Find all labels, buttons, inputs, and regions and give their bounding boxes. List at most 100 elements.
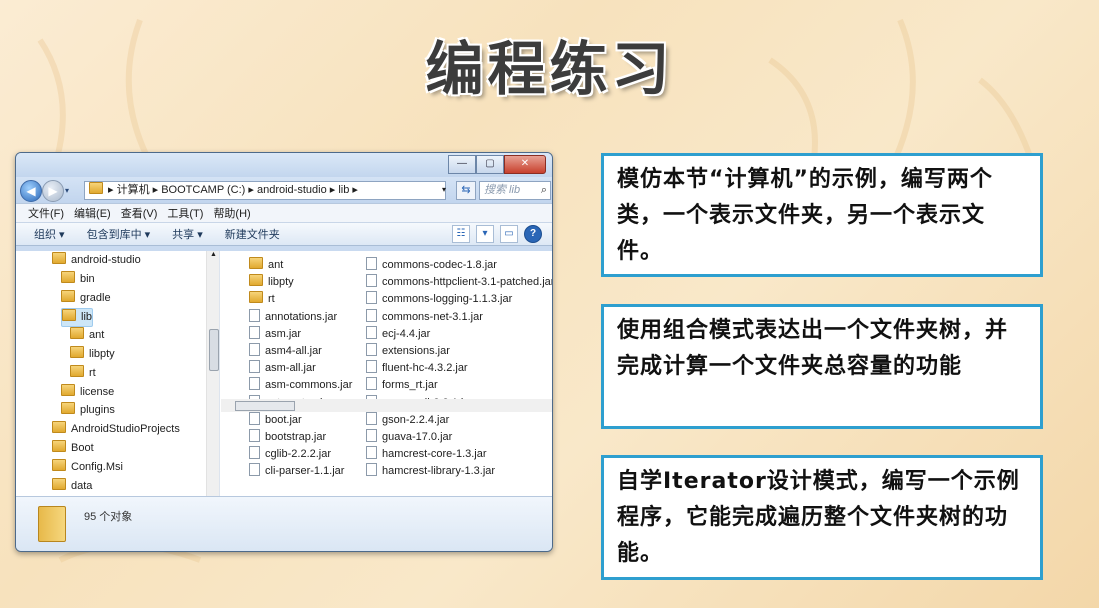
nav-tree-item[interactable]: ant bbox=[70, 327, 104, 344]
horizontal-scroll-thumb[interactable] bbox=[235, 401, 295, 411]
task-box-3: 自学Iterator设计模式，编写一个示例程序，它能完成遍历整个文件夹树的功能。 bbox=[601, 455, 1043, 580]
file-list-item[interactable]: rt bbox=[249, 291, 352, 308]
file-name: boot.jar bbox=[265, 413, 302, 426]
file-list-item[interactable]: cli-parser-1.1.jar bbox=[249, 463, 352, 480]
file-list-item[interactable]: asm.jar bbox=[249, 325, 352, 343]
nav-tree-label: data bbox=[71, 479, 93, 492]
file-list-item[interactable]: forms_rt.jar bbox=[366, 377, 552, 394]
file-list-item[interactable]: cglib-2.2.2.jar bbox=[249, 446, 352, 463]
nav-scroll-thumb[interactable] bbox=[209, 329, 219, 371]
maximize-button[interactable]: ▢ bbox=[476, 155, 504, 174]
window-controls: — ▢ ✕ bbox=[448, 155, 546, 174]
nav-tree-item[interactable]: license bbox=[61, 383, 114, 401]
file-name: cli-parser-1.1.jar bbox=[265, 465, 345, 478]
slide-title: 编程练习 bbox=[425, 35, 674, 103]
file-list-item[interactable]: commons-codec-1.8.jar bbox=[366, 257, 552, 274]
nav-tree-item[interactable]: rt bbox=[70, 364, 96, 382]
file-list-item[interactable]: asm-commons.jar bbox=[249, 377, 352, 394]
file-list-item[interactable]: ant bbox=[249, 257, 352, 274]
back-button[interactable]: ◀ bbox=[20, 180, 42, 202]
address-dropdown-icon[interactable]: ▾ bbox=[442, 181, 454, 198]
scroll-up-icon[interactable]: ▲ bbox=[207, 251, 219, 258]
file-list-item[interactable]: commons-httpclient-3.1-patched.jar bbox=[366, 274, 552, 291]
file-list-pane: ant libpty rt annotations.jar asm.jar asm4-al… bbox=[221, 251, 552, 496]
file-name: guava-17.0.jar bbox=[382, 430, 453, 443]
jar-file-icon bbox=[249, 377, 260, 391]
file-list-item[interactable]: bootstrap.jar bbox=[249, 428, 352, 446]
jar-file-icon bbox=[366, 257, 377, 270]
jar-file-icon bbox=[366, 308, 377, 322]
menu-help[interactable]: 帮助(H) bbox=[213, 205, 250, 221]
file-list-item[interactable]: asm4-all.jar bbox=[249, 342, 352, 360]
nav-tree-item[interactable]: AndroidStudioProjects bbox=[52, 421, 180, 438]
file-list-item[interactable]: libpty bbox=[249, 274, 352, 291]
file-list-item[interactable]: ecj-4.4.jar bbox=[366, 325, 552, 343]
menu-file[interactable]: 文件(F) bbox=[28, 205, 64, 221]
file-list-item[interactable]: commons-net-3.1.jar bbox=[366, 308, 552, 326]
menu-view[interactable]: 查看(V) bbox=[121, 205, 158, 221]
forward-button[interactable]: ▶ bbox=[42, 180, 64, 202]
file-list-item[interactable]: extensions.jar bbox=[366, 342, 552, 360]
file-list-item[interactable]: fluent-hc-4.3.2.jar bbox=[366, 360, 552, 377]
nav-tree-item[interactable]: bin bbox=[61, 270, 95, 288]
window-titlebar: — ▢ ✕ bbox=[16, 153, 552, 177]
view-controls: ☷ ▾ ▭ ? bbox=[452, 225, 542, 243]
minimize-button[interactable]: — bbox=[448, 155, 476, 174]
menu-edit[interactable]: 编辑(E) bbox=[74, 205, 111, 221]
horizontal-scrollbar[interactable] bbox=[221, 399, 552, 412]
nav-tree-item[interactable]: data bbox=[52, 477, 93, 495]
nav-tree-label: android-studio bbox=[71, 254, 141, 266]
file-name: asm.jar bbox=[265, 327, 302, 340]
folder-icon bbox=[38, 506, 66, 542]
nav-tree-item[interactable]: plugins bbox=[61, 402, 115, 419]
file-list-item[interactable]: asm-all.jar bbox=[249, 360, 352, 377]
nav-tree-item[interactable]: lib bbox=[61, 308, 94, 328]
help-icon[interactable]: ? bbox=[524, 225, 542, 243]
nav-tree-item[interactable]: Boot bbox=[52, 440, 94, 457]
preview-pane-icon[interactable]: ▭ bbox=[500, 225, 518, 243]
file-list-item[interactable]: hamcrest-core-1.3.jar bbox=[366, 446, 552, 463]
menu-tools[interactable]: 工具(T) bbox=[167, 205, 203, 221]
file-list-item[interactable]: guava-17.0.jar bbox=[366, 428, 552, 446]
jar-file-icon bbox=[366, 411, 377, 425]
history-dropdown-icon[interactable]: ▾ bbox=[65, 186, 69, 195]
address-path: ▸ 计算机 ▸ BOOTCAMP (C:) ▸ android-studio ▸… bbox=[108, 184, 358, 196]
refresh-icon[interactable]: ⇆ bbox=[456, 181, 476, 200]
nav-tree-item[interactable]: libpty bbox=[70, 346, 115, 363]
jar-file-icon bbox=[249, 411, 260, 425]
file-name: commons-codec-1.8.jar bbox=[382, 259, 497, 271]
address-input[interactable]: ▸ 计算机 ▸ BOOTCAMP (C:) ▸ android-studio ▸… bbox=[84, 181, 446, 200]
file-column-2: commons-codec-1.8.jar commons-httpclient-… bbox=[366, 257, 552, 480]
nav-tree-label: libpty bbox=[89, 348, 115, 360]
file-list-item[interactable]: annotations.jar bbox=[249, 308, 352, 326]
file-list-item[interactable]: gson-2.2.4.jar bbox=[366, 411, 552, 429]
file-list-item[interactable]: boot.jar bbox=[249, 411, 352, 429]
nav-tree-item[interactable]: gradle bbox=[61, 289, 111, 307]
status-bar: 95 个对象 bbox=[16, 496, 552, 551]
folder-icon bbox=[52, 440, 66, 452]
jar-file-icon bbox=[366, 342, 377, 356]
view-dropdown-icon[interactable]: ▾ bbox=[476, 225, 494, 243]
jar-file-icon bbox=[366, 428, 377, 442]
command-toolbar: 组织 ▾ 包含到库中 ▾ 共享 ▾ 新建文件夹 ☷ ▾ ▭ ? bbox=[16, 222, 552, 246]
view-mode-icon[interactable]: ☷ bbox=[452, 225, 470, 243]
folder-icon bbox=[52, 477, 66, 490]
folder-icon bbox=[70, 327, 84, 340]
organize-button[interactable]: 组织 ▾ bbox=[34, 226, 65, 242]
file-name: bootstrap.jar bbox=[265, 430, 327, 443]
nav-scrollbar[interactable]: ▲ bbox=[206, 251, 219, 496]
file-column-1: ant libpty rt annotations.jar asm.jar asm4-al… bbox=[249, 257, 352, 480]
search-icon[interactable]: ⌕ bbox=[541, 182, 547, 199]
close-button[interactable]: ✕ bbox=[504, 155, 546, 174]
navigation-pane: android-studio bin gradle lib ant libpty rt lic… bbox=[16, 251, 220, 496]
new-folder-button[interactable]: 新建文件夹 bbox=[225, 226, 280, 242]
nav-tree-item[interactable]: Config.Msi bbox=[52, 458, 123, 476]
search-input[interactable]: 搜索 lib ⌕ bbox=[479, 181, 551, 200]
share-button[interactable]: 共享 ▾ bbox=[172, 226, 203, 242]
nav-tree-item[interactable]: android-studio bbox=[52, 252, 141, 269]
file-list-item[interactable]: hamcrest-library-1.3.jar bbox=[366, 463, 552, 480]
file-explorer-window: — ▢ ✕ ◀ ▶ ▾ ▸ 计算机 ▸ BOOTCAMP (C:) ▸ andr… bbox=[15, 152, 553, 552]
file-list-item[interactable]: commons-logging-1.1.3.jar bbox=[366, 291, 552, 308]
folder-icon bbox=[52, 421, 66, 434]
include-in-library-button[interactable]: 包含到库中 ▾ bbox=[87, 226, 151, 242]
